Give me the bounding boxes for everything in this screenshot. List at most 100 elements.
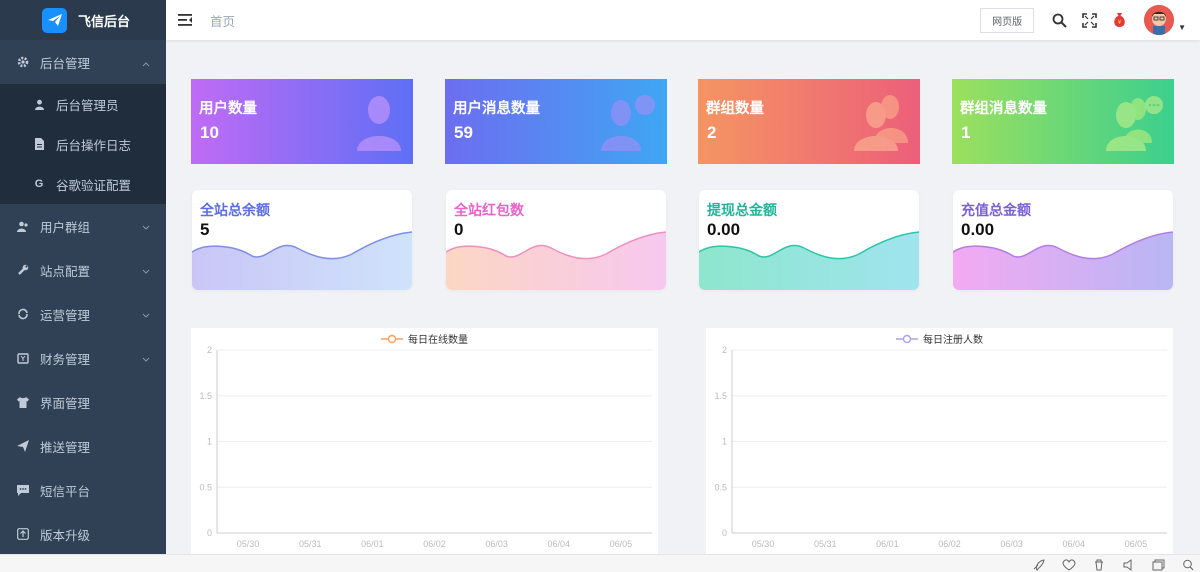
user-message-icon xyxy=(599,93,657,156)
volume-icon[interactable] xyxy=(1122,558,1136,571)
menu-google-auth[interactable]: G 谷歌验证配置 xyxy=(0,164,166,204)
y-tick-label: 1.5 xyxy=(714,391,727,401)
menu-label: 用户群组 xyxy=(40,220,91,235)
rocket-icon[interactable] xyxy=(1032,558,1046,572)
y-tick-label: 0 xyxy=(722,528,727,538)
wallet-icon xyxy=(16,351,30,365)
x-tick-label: 06/02 xyxy=(423,539,446,549)
trash-icon[interactable] xyxy=(1092,558,1106,571)
x-tick-label: 06/04 xyxy=(548,539,571,549)
document-icon xyxy=(32,137,46,151)
bottom-toolbar xyxy=(0,554,1200,572)
google-icon: G xyxy=(34,178,44,190)
stat-label: 群组消息数量 xyxy=(960,101,1047,117)
menu-backend-management[interactable]: 后台管理 xyxy=(0,40,166,84)
stat-value: 59 xyxy=(454,123,473,142)
x-tick-label: 06/02 xyxy=(938,539,961,549)
sidebar: 飞信后台 后台管理 后台管理员 后台操作日志 G 谷歌验证配置 用户群组 站点配… xyxy=(0,0,166,572)
submenu-backend: 后台管理员 后台操作日志 G 谷歌验证配置 xyxy=(0,84,166,204)
group-message-icon xyxy=(1106,93,1164,156)
x-tick-label: 06/04 xyxy=(1063,539,1086,549)
logo[interactable]: 飞信后台 xyxy=(0,0,166,40)
chart-daily-registrations: 每日注册人数 0 0.5 1 1.5 2 05/30 05/31 06/01 06/02 06/0… xyxy=(706,328,1173,554)
breadcrumb[interactable]: 首页 xyxy=(210,11,235,30)
wrench-icon xyxy=(16,263,30,277)
menu-toggle-icon[interactable] xyxy=(178,13,192,27)
user-icon xyxy=(355,93,403,156)
wave-card-total-balance: 全站总余额 5 xyxy=(192,190,412,290)
menu-admin-users[interactable]: 后台管理员 xyxy=(0,84,166,124)
gear-icon xyxy=(16,55,30,69)
wave-label: 充值总金额 xyxy=(961,202,1031,218)
menu-label: 版本升级 xyxy=(40,528,91,543)
avatar[interactable] xyxy=(1144,5,1175,35)
x-tick-label: 06/05 xyxy=(610,539,633,549)
menu-label: 后台操作日志 xyxy=(56,138,132,153)
menu-push[interactable]: 推送管理 xyxy=(0,424,166,468)
menu-sms[interactable]: 短信平台 xyxy=(0,468,166,512)
chevron-up-icon xyxy=(142,56,150,70)
sync-icon xyxy=(16,307,30,321)
search-icon[interactable] xyxy=(1050,11,1068,29)
stat-card-user-messages: 用户消息数量 59 xyxy=(445,79,667,164)
fullscreen-icon[interactable] xyxy=(1080,11,1098,29)
y-tick-label: 1 xyxy=(207,437,212,447)
stat-card-group-count: 群组数量 2 xyxy=(698,79,920,164)
shirt-icon xyxy=(16,395,30,409)
x-tick-label: 06/01 xyxy=(876,539,899,549)
chart-svg: 0 0.5 1 1.5 2 05/30 05/31 06/01 06/02 06/03 06/04 0… xyxy=(199,345,652,549)
x-tick-label: 05/31 xyxy=(299,539,322,549)
chevron-down-icon xyxy=(142,220,150,234)
heart-icon[interactable] xyxy=(1062,558,1076,571)
wave-label: 全站总余额 xyxy=(200,202,270,218)
stat-value: 10 xyxy=(200,123,219,142)
menu-version-upgrade[interactable]: 版本升级 xyxy=(0,512,166,556)
menu-operation-log[interactable]: 后台操作日志 xyxy=(0,124,166,164)
web-version-button[interactable]: 网页版 xyxy=(980,7,1035,33)
chevron-down-icon xyxy=(142,264,150,278)
user-icon xyxy=(32,97,46,111)
y-tick-label: 1.5 xyxy=(199,391,212,401)
menu-site-config[interactable]: 站点配置 xyxy=(0,248,166,292)
search-icon[interactable] xyxy=(1182,558,1196,571)
wave-graphic xyxy=(446,231,666,290)
stat-label: 群组数量 xyxy=(706,101,764,117)
send-icon xyxy=(16,439,30,453)
menu-label: 后台管理员 xyxy=(56,98,119,113)
menu-operations[interactable]: 运营管理 xyxy=(0,292,166,336)
menu-user-group[interactable]: 用户群组 xyxy=(0,204,166,248)
stat-label: 用户数量 xyxy=(199,101,257,117)
y-tick-label: 0.5 xyxy=(199,482,212,492)
menu-finance[interactable]: 财务管理 xyxy=(0,336,166,380)
stat-value: 2 xyxy=(707,123,717,142)
caret-down-icon[interactable]: ▼ xyxy=(1178,23,1186,32)
wave-card-withdrawals: 提现总金额 0.00 xyxy=(699,190,919,290)
wave-card-recharges: 充值总金额 0.00 xyxy=(953,190,1173,290)
x-tick-label: 05/31 xyxy=(814,539,837,549)
menu-label: 财务管理 xyxy=(40,352,91,367)
stat-card-group-messages: 群组消息数量 1 xyxy=(952,79,1174,164)
money-bag-icon[interactable]: ¥ xyxy=(1110,11,1128,29)
x-tick-label: 06/05 xyxy=(1125,539,1148,549)
x-tick-label: 05/30 xyxy=(752,539,775,549)
wave-label: 提现总金额 xyxy=(707,202,777,218)
stat-value: 1 xyxy=(961,123,971,142)
menu-label: 站点配置 xyxy=(40,264,91,279)
y-tick-label: 2 xyxy=(207,345,212,355)
wave-graphic xyxy=(192,231,412,290)
chart-svg: 0 0.5 1 1.5 2 05/30 05/31 06/01 06/02 06/03 06/04 0… xyxy=(714,345,1167,549)
x-tick-label: 06/03 xyxy=(485,539,508,549)
menu-label: 后台管理 xyxy=(40,56,91,71)
y-tick-label: 1 xyxy=(722,437,727,447)
menu-label: 短信平台 xyxy=(40,484,91,499)
menu-ui-management[interactable]: 界面管理 xyxy=(0,380,166,424)
stat-label: 用户消息数量 xyxy=(453,101,540,117)
x-tick-label: 06/03 xyxy=(1000,539,1023,549)
window-icon[interactable] xyxy=(1152,558,1166,571)
group-icon xyxy=(852,93,910,156)
chevron-down-icon xyxy=(142,308,150,322)
menu-label: 推送管理 xyxy=(40,440,91,455)
menu-label: 界面管理 xyxy=(40,396,91,411)
chevron-down-icon xyxy=(142,352,150,366)
upgrade-icon xyxy=(16,527,30,541)
